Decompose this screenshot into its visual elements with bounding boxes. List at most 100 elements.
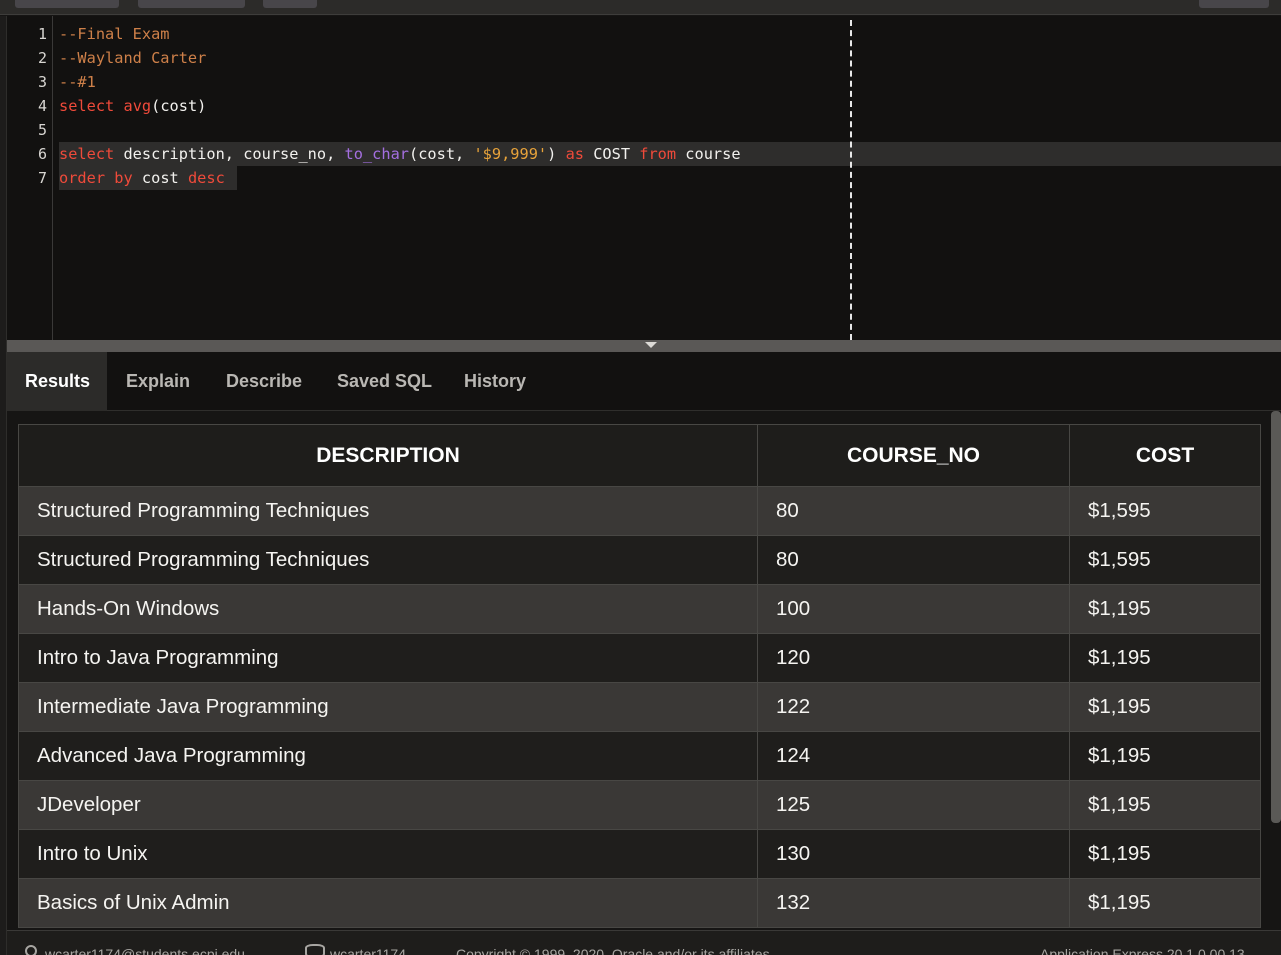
print-margin-line — [850, 20, 852, 340]
cell-cost: $1,195 — [1069, 682, 1261, 732]
code-token: --Wayland Carter — [59, 49, 207, 67]
cell-description: Intro to Java Programming — [18, 633, 758, 683]
cell-description: Intro to Unix — [18, 829, 758, 879]
toolbar-button-3[interactable] — [263, 0, 317, 8]
result-tabs: Results Explain Describe Saved SQL Histo… — [7, 352, 1281, 411]
cell-course-no: 132 — [757, 878, 1070, 928]
cell-cost: $1,195 — [1069, 731, 1261, 781]
code-token: (cost) — [151, 97, 207, 115]
cell-cost: $1,195 — [1069, 780, 1261, 830]
line-number: 7 — [37, 169, 47, 187]
table-row: Intermediate Java Programming 122 $1,195 — [18, 682, 1261, 732]
tab-describe[interactable]: Describe — [226, 352, 302, 411]
code-line[interactable]: --Final Exam — [59, 22, 170, 46]
cell-description: Hands-On Windows — [18, 584, 758, 634]
footer-schema[interactable]: wcarter1174 — [330, 946, 406, 955]
table-row: Basics of Unix Admin 132 $1,195 — [18, 878, 1261, 928]
code-token: as — [565, 145, 584, 163]
footer-version: Application Express 20.1.0.00.13 — [1040, 946, 1245, 955]
code-token: description, course_no, — [114, 145, 345, 163]
left-panel-edge — [0, 16, 7, 955]
tab-saved-sql[interactable]: Saved SQL — [337, 352, 432, 411]
table-row: Advanced Java Programming 124 $1,195 — [18, 731, 1261, 781]
line-number: 4 — [37, 97, 47, 115]
cell-description: JDeveloper — [18, 780, 758, 830]
table-row: JDeveloper 125 $1,195 — [18, 780, 1261, 830]
toolbar-button-1[interactable] — [15, 0, 119, 8]
table-row: Structured Programming Techniques 80 $1,59… — [18, 486, 1261, 536]
tab-results[interactable]: Results — [7, 352, 107, 411]
toolbar-button-2[interactable] — [138, 0, 245, 8]
code-token: (cost, — [408, 145, 474, 163]
column-header-description[interactable]: DESCRIPTION — [18, 424, 758, 487]
line-number: 2 — [37, 49, 47, 67]
cell-description: Structured Programming Techniques — [18, 535, 758, 585]
user-icon — [25, 945, 37, 955]
line-number: 3 — [37, 73, 47, 91]
line-number: 1 — [37, 25, 47, 43]
cell-course-no: 80 — [757, 535, 1070, 585]
cell-course-no: 120 — [757, 633, 1070, 683]
cell-cost: $1,195 — [1069, 633, 1261, 683]
toolbar-button-4[interactable] — [1199, 0, 1269, 8]
column-header-course-no[interactable]: COURSE_NO — [757, 424, 1070, 487]
cell-cost: $1,595 — [1069, 535, 1261, 585]
code-token: --#1 — [59, 73, 96, 91]
cell-course-no: 80 — [757, 486, 1070, 536]
cell-description: Intermediate Java Programming — [18, 682, 758, 732]
results-table: DESCRIPTION COURSE_NO COST Structured Pr… — [18, 424, 1261, 928]
column-header-cost[interactable]: COST — [1069, 424, 1261, 487]
cell-course-no: 122 — [757, 682, 1070, 732]
cell-course-no: 130 — [757, 829, 1070, 879]
code-token: select — [59, 145, 115, 163]
cell-description: Basics of Unix Admin — [18, 878, 758, 928]
code-line[interactable]: select description, course_no, to_char(c… — [59, 142, 741, 166]
table-row: Intro to Unix 130 $1,195 — [18, 829, 1261, 879]
footer-user[interactable]: wcarter1174@students.ecpi.edu — [45, 946, 245, 955]
tab-explain[interactable]: Explain — [126, 352, 190, 411]
code-token: from — [639, 145, 677, 163]
database-icon — [305, 944, 325, 955]
table-row: Intro to Java Programming 120 $1,195 — [18, 633, 1261, 683]
code-token: '$9,999' — [473, 145, 548, 163]
results-scrollbar[interactable] — [1271, 411, 1281, 823]
cell-cost: $1,195 — [1069, 878, 1261, 928]
collapse-arrow-icon[interactable] — [645, 342, 657, 348]
code-token: avg — [123, 97, 152, 115]
cell-description: Structured Programming Techniques — [18, 486, 758, 536]
cell-course-no: 100 — [757, 584, 1070, 634]
cell-course-no: 124 — [757, 731, 1070, 781]
code-token: desc — [187, 169, 225, 187]
line-number-gutter: 1 2 3 4 5 6 7 — [7, 16, 53, 340]
tab-history[interactable]: History — [464, 352, 526, 411]
results-panel: DESCRIPTION COURSE_NO COST Structured Pr… — [7, 411, 1281, 930]
cell-cost: $1,195 — [1069, 829, 1261, 879]
code-token: order — [59, 169, 106, 187]
cell-cost: $1,595 — [1069, 486, 1261, 536]
table-row: Structured Programming Techniques 80 $1,59… — [18, 535, 1261, 585]
code-token: COST — [583, 145, 640, 163]
line-number: 5 — [37, 121, 47, 139]
code-token: cost — [132, 169, 188, 187]
code-line[interactable]: --#1 — [59, 70, 96, 94]
cell-cost: $1,195 — [1069, 584, 1261, 634]
code-token: to_char — [344, 145, 409, 163]
cell-course-no: 125 — [757, 780, 1070, 830]
cell-description: Advanced Java Programming — [18, 731, 758, 781]
pane-splitter[interactable] — [7, 340, 1281, 352]
sql-editor[interactable]: 1 2 3 4 5 6 7 --Final Exam --Wayland Cart… — [7, 16, 1281, 340]
code-token: --Final Exam — [59, 25, 170, 43]
code-token: ) — [547, 145, 566, 163]
code-token: by — [114, 169, 133, 187]
footer-copyright: Copyright © 1999, 2020, Oracle and/or it… — [456, 946, 774, 955]
code-line[interactable]: order by cost desc — [59, 166, 225, 190]
line-number: 6 — [37, 145, 47, 163]
top-toolbar — [0, 0, 1281, 15]
status-footer: wcarter1174@students.ecpi.edu wcarter117… — [7, 930, 1281, 955]
table-row: Hands-On Windows 100 $1,195 — [18, 584, 1261, 634]
code-token: course — [676, 145, 741, 163]
code-line[interactable]: --Wayland Carter — [59, 46, 206, 70]
header-row: DESCRIPTION COURSE_NO COST — [18, 424, 1261, 487]
code-line[interactable]: select avg(cost) — [59, 94, 206, 118]
